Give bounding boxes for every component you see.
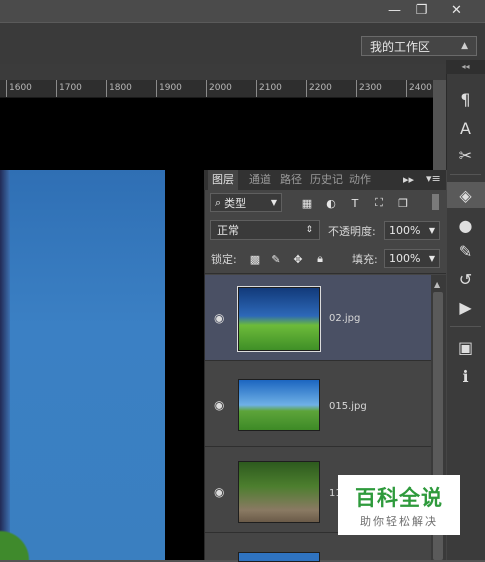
channels-panel-icon[interactable]: ● [446,212,485,238]
properties-panel-icon[interactable]: ▣ [446,334,485,360]
ruler-tick: 1700 [56,80,82,97]
workspace-select[interactable]: 我的工作区 ▲ [361,36,477,56]
restore-button[interactable]: ❐ [405,0,438,20]
fill-value: 100% [389,252,421,265]
chevron-down-icon: ▼ [428,226,435,235]
paths-panel-icon[interactable]: ✎ [446,238,485,264]
close-button[interactable]: ✕ [440,0,473,20]
collapse-panel-icon[interactable]: ▸▸ [403,173,414,186]
adjustment-filter-icon[interactable]: ◐ [324,196,338,210]
tab-history[interactable]: 历史记 [306,170,347,190]
character-panel-icon[interactable]: A [446,115,485,141]
panel-menu-icon[interactable]: ▾≡ [426,172,441,185]
actions-play-icon[interactable]: ▶ [446,294,485,320]
opacity-label: 不透明度: [328,225,376,238]
ruler-tick: 2200 [306,80,332,97]
canvas-image[interactable] [0,170,165,560]
canvas-image-grass [0,520,40,560]
close-icon: ✕ [451,2,462,18]
lock-transparent-icon[interactable]: ▩ [248,252,262,266]
layer-thumbnail [238,461,320,523]
layer-thumbnail [237,286,321,352]
collapse-arrows-icon[interactable]: ◂◂ [446,60,485,74]
ruler-tick: 2300 [356,80,382,97]
divider [450,326,481,327]
updown-arrow-icon: ⇕ [305,225,313,235]
ruler-tick: 1800 [106,80,132,97]
ruler-tick: 2000 [206,80,232,97]
watermark-subtitle: 助你轻松解决 [360,515,438,528]
ruler-tick: 2100 [256,80,282,97]
tab-channels[interactable]: 通道 [245,170,275,190]
ruler-tick: 1600 [6,80,32,97]
layer-thumbnail [238,552,320,562]
workspace-label: 我的工作区 [370,39,431,54]
canvas-image-edge [0,170,10,560]
ruler-tick: 2400 [406,80,432,97]
opacity-field[interactable]: 100% ▼ [384,221,440,240]
smart-object-filter-icon[interactable]: ❐ [396,196,410,210]
visibility-eye-icon[interactable]: ◉ [214,485,224,499]
lock-image-brush-icon[interactable]: ✎ [269,252,283,266]
pixel-filter-icon[interactable]: ▦ [300,196,314,210]
tools-panel-icon[interactable]: ✂ [446,142,485,168]
divider [205,273,446,274]
tab-layers[interactable]: 图层 [208,170,238,190]
history-panel-icon[interactable]: ↺ [446,266,485,292]
layer-thumbnail [238,379,320,431]
chevron-down-icon: ▼ [428,254,435,263]
filter-kind-label: 类型 [224,196,247,210]
type-filter-icon[interactable]: T [348,196,362,210]
horizontal-ruler: 1600 1700 1800 1900 2000 2100 2200 2300 … [0,80,433,98]
watermark-title: 百科全说 [355,486,443,510]
ruler-tick: 1900 [156,80,182,97]
lock-position-move-icon[interactable]: ✥ [291,252,305,266]
paragraph-panel-icon[interactable]: ¶ [446,86,485,112]
filter-kind-select[interactable]: ⌕ 类型 ▼ [210,193,282,212]
info-panel-icon[interactable]: ℹ [446,363,485,389]
restore-icon: ❐ [415,2,428,18]
visibility-eye-icon[interactable]: ◉ [214,398,224,412]
shape-filter-icon[interactable]: ⛶ [372,196,386,210]
visibility-eye-icon[interactable]: ◉ [214,311,224,325]
document-tab-bar [0,64,446,80]
opacity-value: 100% [389,224,421,237]
lock-all-icon[interactable]: 🔒︎ [313,252,327,266]
blend-mode-select[interactable]: 正常 ⇕ [210,220,320,240]
fill-field[interactable]: 100% ▼ [384,249,440,268]
tab-actions[interactable]: 动作 [345,170,375,190]
scroll-up-icon[interactable]: ▲ [434,280,440,289]
filter-toggle-switch[interactable] [432,194,439,210]
lock-label: 锁定: [211,253,237,266]
search-icon: ⌕ [215,195,222,209]
layer-name[interactable]: 015.jpg [329,401,367,412]
minimize-icon: — [388,2,401,18]
fill-label: 填充: [352,253,378,266]
divider [450,174,481,175]
layers-panel-icon[interactable]: ◈ [446,182,485,208]
updown-arrow-icon: ▲ [461,41,468,51]
blend-mode-label: 正常 [217,224,239,237]
tab-paths[interactable]: 路径 [276,170,306,190]
layer-name[interactable]: 02.jpg [329,313,360,324]
chevron-down-icon: ▼ [270,198,277,207]
